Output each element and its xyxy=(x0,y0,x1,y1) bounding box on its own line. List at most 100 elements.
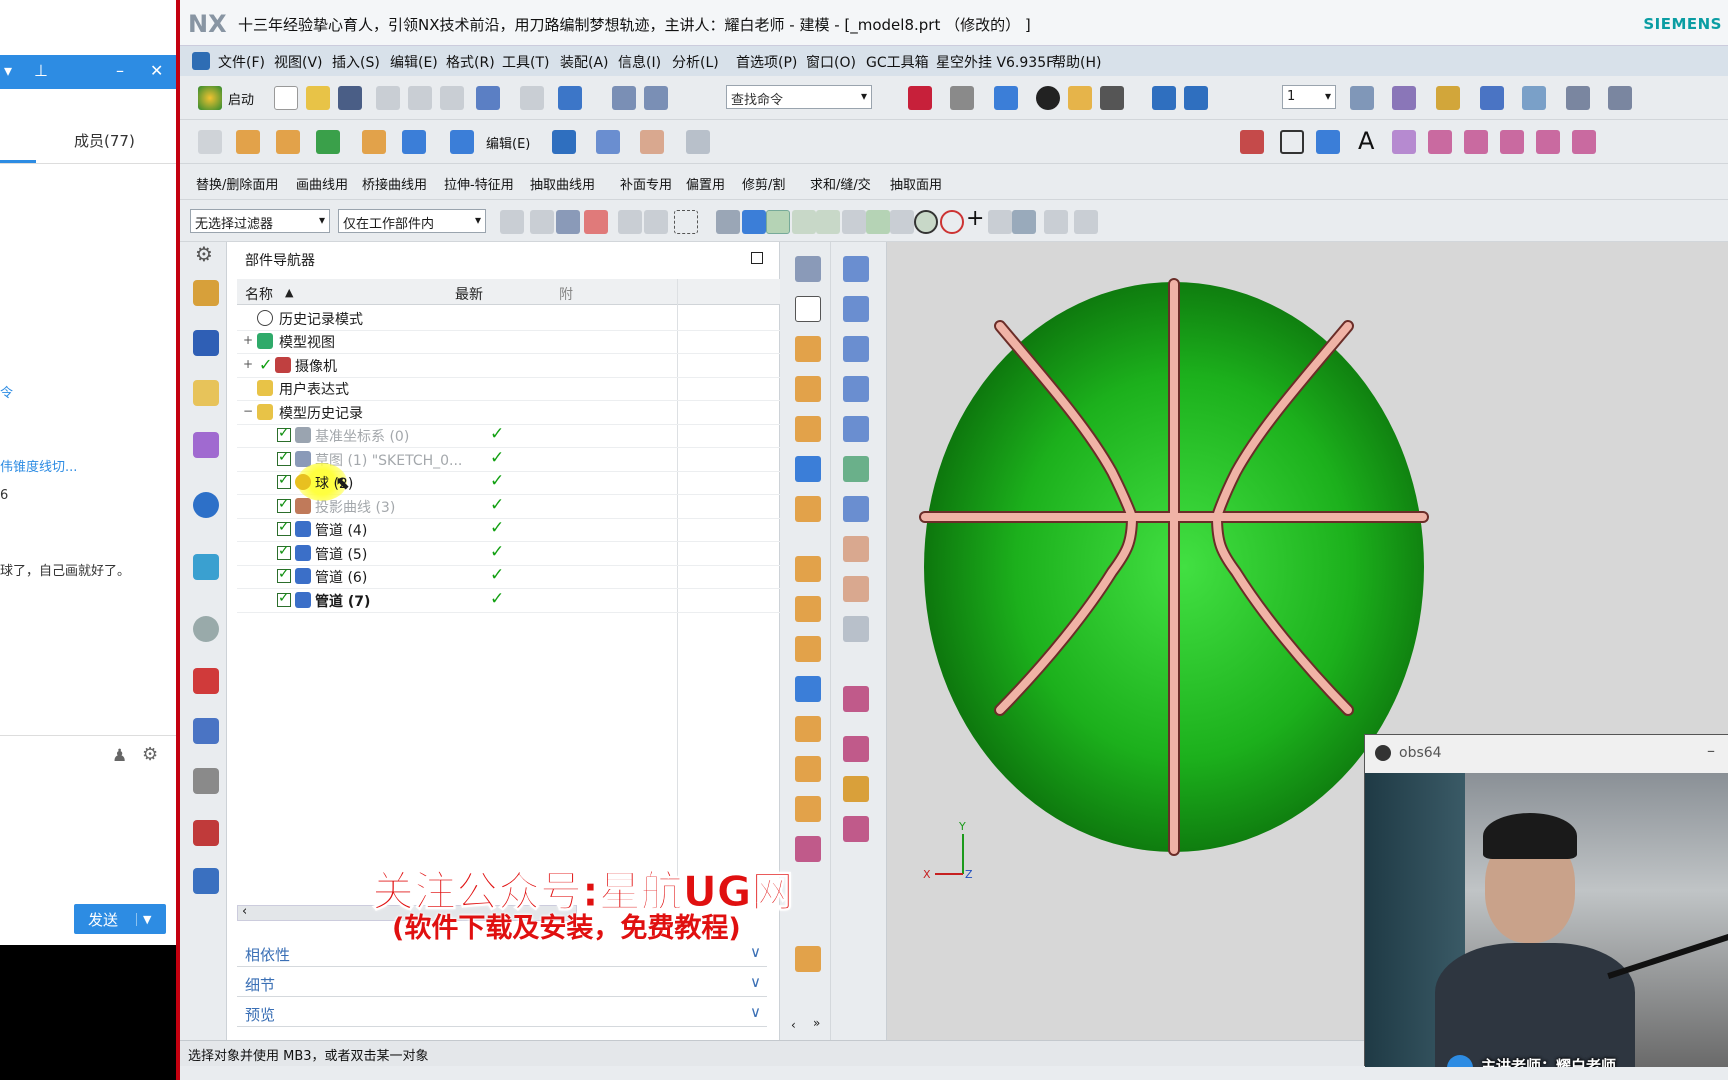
group-sum-sew[interactable]: 求和/缝/交 xyxy=(810,174,871,193)
start-icon[interactable] xyxy=(198,86,222,110)
menu-info[interactable]: 信息(I) xyxy=(618,52,661,72)
wcs-icon[interactable] xyxy=(1152,86,1176,110)
paste-icon[interactable] xyxy=(440,86,464,110)
open-folder-icon[interactable] xyxy=(306,86,330,110)
system-materials-icon[interactable] xyxy=(193,868,219,894)
mirror-icon[interactable] xyxy=(795,596,821,622)
visibility-checkbox[interactable] xyxy=(277,543,291,560)
sew-icon[interactable] xyxy=(843,616,869,642)
cut-icon[interactable] xyxy=(376,86,400,110)
shading-icon[interactable] xyxy=(1036,86,1060,110)
select-sheet-icon[interactable] xyxy=(742,210,766,234)
intersect-curve-icon[interactable] xyxy=(1500,130,1524,154)
chat-message[interactable]: 伟锥度线切... xyxy=(0,456,77,475)
minimize-icon[interactable]: – xyxy=(1707,741,1715,760)
select-body-icon[interactable] xyxy=(618,210,642,234)
menu-preferences[interactable]: 首选项(P) xyxy=(736,52,797,72)
expand-icon[interactable]: + xyxy=(243,333,253,347)
command-finder-icon[interactable] xyxy=(612,86,636,110)
history-clock-icon[interactable] xyxy=(193,616,219,642)
feature-row[interactable]: 管道 (7) ✓ xyxy=(237,587,780,613)
extrude-icon[interactable] xyxy=(795,336,821,362)
group-extract-curve[interactable]: 抽取曲线用 xyxy=(530,174,595,193)
table-icon[interactable] xyxy=(1044,210,1068,234)
swept-icon[interactable] xyxy=(843,376,869,402)
bridge-icon[interactable] xyxy=(1392,130,1416,154)
maximize-icon[interactable] xyxy=(751,252,763,264)
isoparam-icon[interactable] xyxy=(1572,130,1596,154)
grid-icon[interactable] xyxy=(1566,86,1590,110)
rect-surface-icon[interactable] xyxy=(843,256,869,282)
close-icon[interactable]: ✕ xyxy=(150,61,163,80)
menu-gc-toolbox[interactable]: GC工具箱 xyxy=(866,52,929,72)
unite-icon[interactable] xyxy=(362,130,386,154)
trim-sheet-icon[interactable] xyxy=(843,576,869,602)
extrude-icon[interactable] xyxy=(236,130,260,154)
snap-control-icon[interactable] xyxy=(842,210,866,234)
menu-window[interactable]: 窗口(O) xyxy=(806,52,856,72)
redo-icon[interactable] xyxy=(520,86,544,110)
minimize-icon[interactable]: – xyxy=(116,61,124,80)
match-edge-icon[interactable] xyxy=(843,816,869,842)
select-feature-icon[interactable] xyxy=(556,210,580,234)
through-curves-icon[interactable] xyxy=(843,416,869,442)
select-edge-icon[interactable] xyxy=(644,210,668,234)
x-form-icon[interactable] xyxy=(843,686,869,712)
hole-icon[interactable] xyxy=(795,376,821,402)
group-offset[interactable]: 偏置用 xyxy=(686,174,725,193)
mesh-surface-icon[interactable] xyxy=(640,130,664,154)
visibility-checkbox[interactable] xyxy=(277,472,291,489)
snap-existing-point-icon[interactable]: + xyxy=(966,206,984,231)
transition-icon[interactable] xyxy=(843,496,869,522)
edit-label[interactable]: 编辑(E) xyxy=(486,133,530,152)
pin-icon[interactable]: ⊥ xyxy=(34,61,48,80)
tree-row[interactable]: 用户表达式 xyxy=(237,375,780,401)
rectangle-select-icon[interactable] xyxy=(674,210,698,234)
undo-icon[interactable] xyxy=(476,86,500,110)
reuse-library-icon[interactable] xyxy=(193,432,219,458)
rectangle-icon[interactable] xyxy=(1280,130,1304,154)
gear-icon[interactable]: ⚙ xyxy=(142,744,158,765)
constraint-navigator-icon[interactable] xyxy=(193,330,219,356)
scroll-left-icon[interactable]: ‹ xyxy=(242,904,247,919)
chevron-down-icon[interactable]: ▼ xyxy=(136,912,151,926)
feature-row[interactable]: 管道 (6) ✓ xyxy=(237,563,780,589)
process-studio-icon[interactable] xyxy=(193,718,219,744)
snap-on-face-icon[interactable] xyxy=(1012,210,1036,234)
block-icon[interactable] xyxy=(795,456,821,482)
type-filter-select[interactable]: 无选择过滤器 xyxy=(190,209,330,233)
orient-icon[interactable] xyxy=(1184,86,1208,110)
project-curve-icon[interactable] xyxy=(1428,130,1452,154)
group-extrude-feature[interactable]: 拉伸-特征用 xyxy=(444,174,514,193)
snap-intersection-icon[interactable] xyxy=(866,210,890,234)
manufacturing-icon[interactable] xyxy=(193,768,219,794)
array-icon[interactable] xyxy=(795,636,821,662)
menu-assembly[interactable]: 装配(A) xyxy=(560,52,609,72)
select-face-icon[interactable] xyxy=(584,210,608,234)
snap-center-icon[interactable] xyxy=(914,210,938,234)
datum-icon[interactable] xyxy=(316,130,340,154)
column-latest[interactable]: 最新 xyxy=(455,284,483,304)
layout-icon[interactable] xyxy=(795,256,821,282)
tools-icon[interactable] xyxy=(1074,210,1098,234)
menu-plugin[interactable]: 星空外挂 V6.935F xyxy=(936,52,1054,72)
roles-icon[interactable] xyxy=(193,820,219,846)
background-icon[interactable] xyxy=(1100,86,1124,110)
render-style-icon[interactable] xyxy=(950,86,974,110)
visibility-checkbox[interactable] xyxy=(277,566,291,583)
menu-edit[interactable]: 编辑(E) xyxy=(390,52,438,72)
view-cube-icon[interactable] xyxy=(994,86,1018,110)
visibility-checkbox[interactable] xyxy=(277,519,291,536)
sort-ascending-icon[interactable]: ▲ xyxy=(285,286,293,299)
chamfer-icon[interactable] xyxy=(795,756,821,782)
menu-view[interactable]: 视图(V) xyxy=(274,52,323,72)
filter-reset-icon[interactable] xyxy=(500,210,524,234)
more-icon[interactable]: » xyxy=(813,1016,820,1030)
feature-row[interactable]: 基准坐标系 (0) ✓ xyxy=(237,422,780,448)
layer-select[interactable]: 1 xyxy=(1282,85,1336,109)
info-icon[interactable] xyxy=(193,492,219,518)
n-sided-icon[interactable] xyxy=(843,456,869,482)
group-replace-delete-face[interactable]: 替换/删除面用 xyxy=(196,174,278,193)
scroll-left-icon[interactable]: ‹ xyxy=(791,1018,796,1032)
extract-curve-icon[interactable] xyxy=(1536,130,1560,154)
